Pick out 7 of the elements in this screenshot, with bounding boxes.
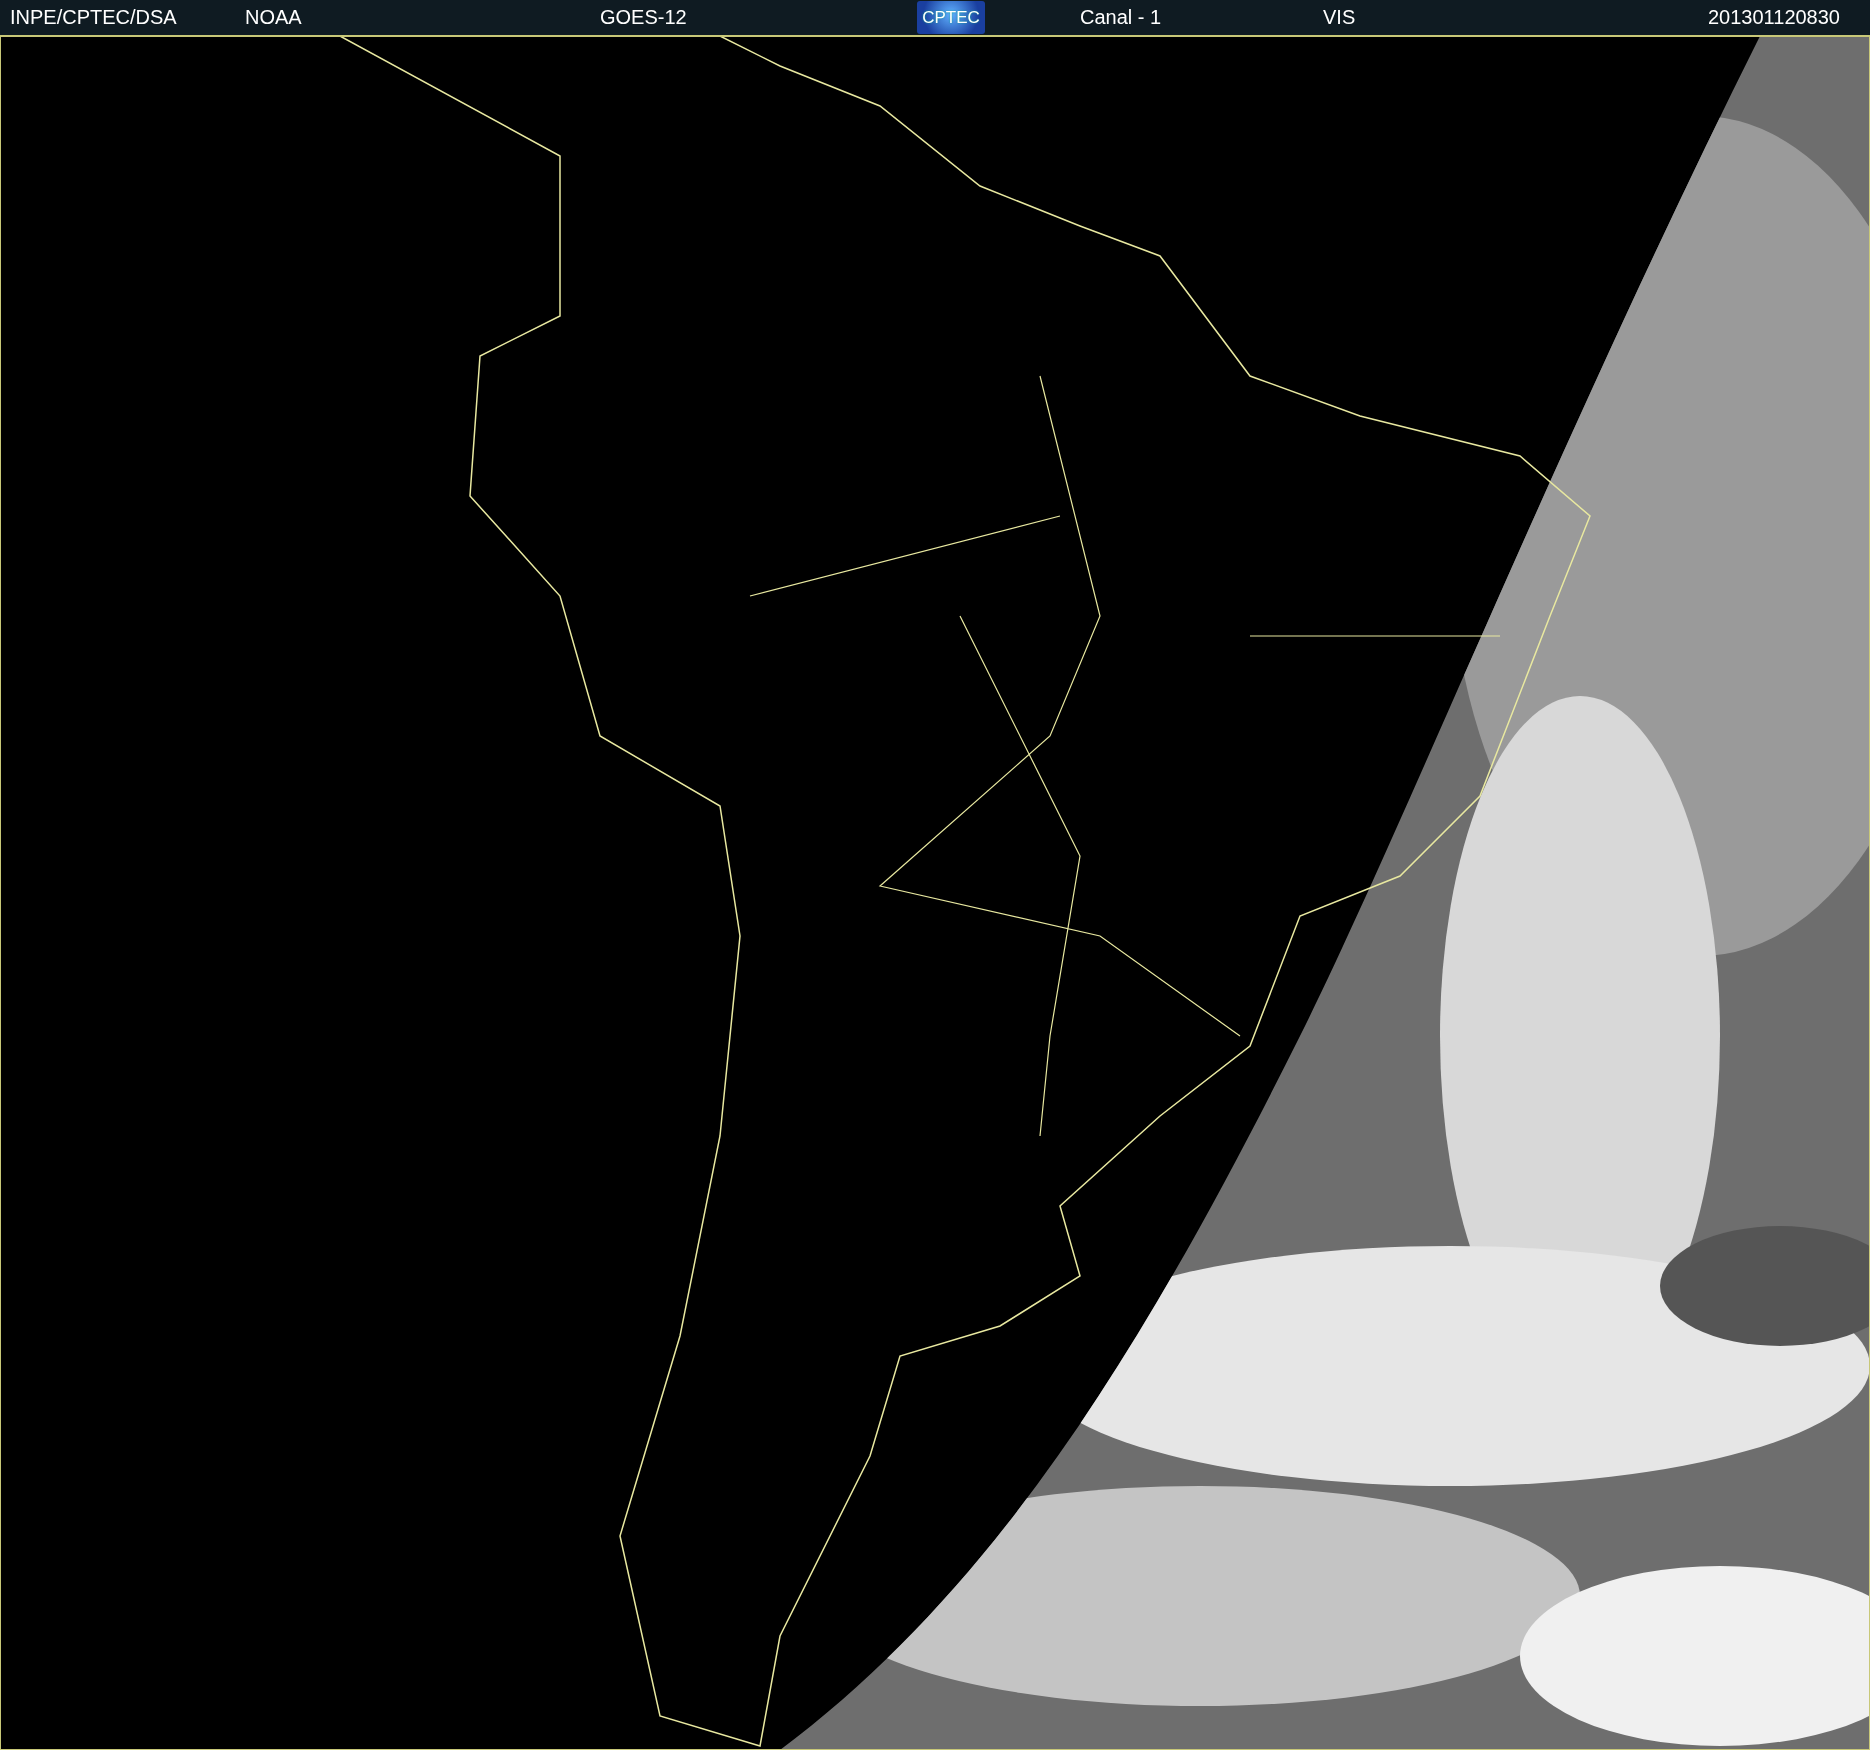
header-label: INPE/CPTEC/DSA xyxy=(10,6,177,29)
logo: CPTEC xyxy=(917,1,985,34)
header-label: VIS xyxy=(1323,6,1356,29)
header-label: Canal - 1 xyxy=(1080,6,1162,29)
header-label: 201301120830 xyxy=(1708,6,1840,29)
header-label: GOES-12 xyxy=(600,6,687,29)
header-label: NOAA xyxy=(245,6,302,29)
